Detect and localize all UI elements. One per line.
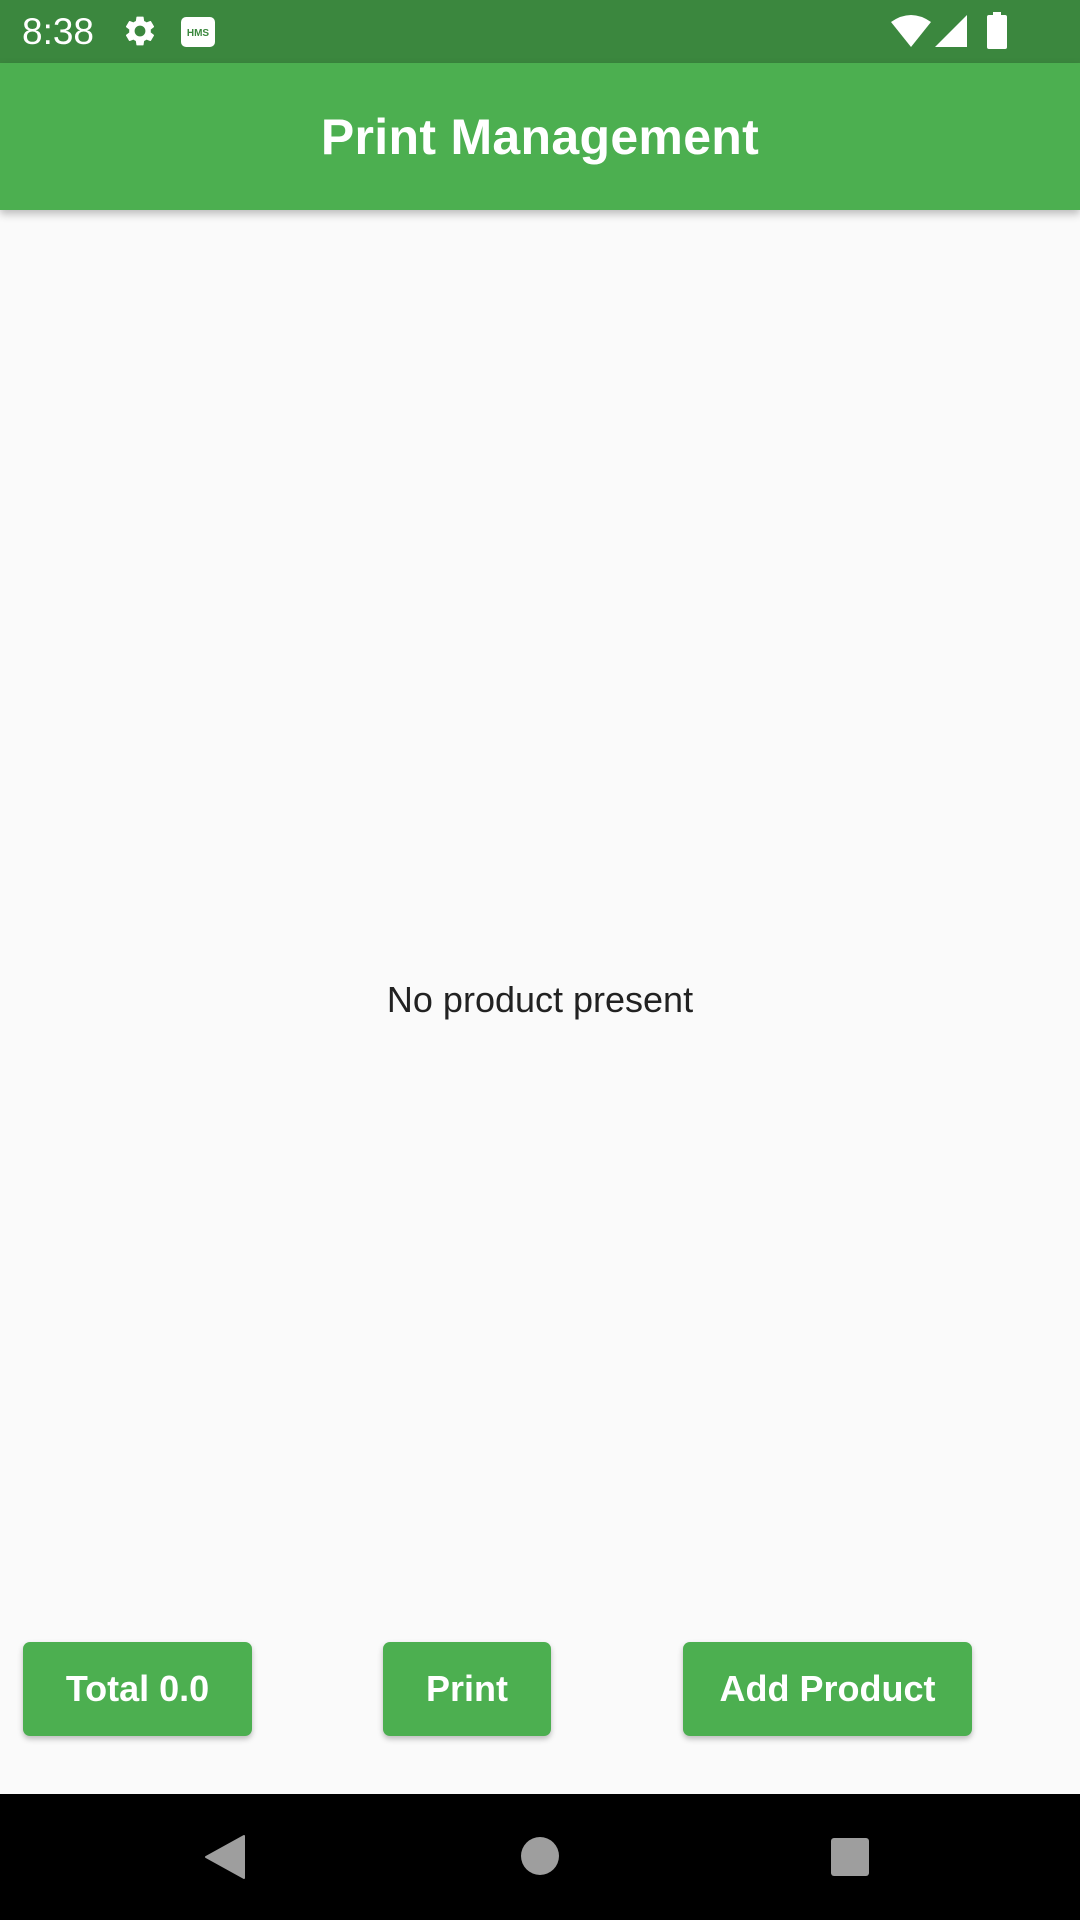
signal-icon: [935, 15, 967, 47]
back-icon[interactable]: [204, 1834, 246, 1880]
add-product-button[interactable]: Add Product: [683, 1642, 972, 1736]
wifi-icon: [891, 15, 931, 47]
screen: 8:38 HMS Print Management No product pre…: [0, 0, 1080, 1920]
battery-icon: [987, 12, 1007, 49]
total-button[interactable]: Total 0.0: [23, 1642, 252, 1736]
navigation-bar: [0, 1794, 1080, 1920]
hms-icon: HMS: [181, 17, 215, 47]
page-title: Print Management: [320, 108, 760, 165]
print-button[interactable]: Print: [383, 1642, 551, 1736]
empty-state-message: No product present: [386, 979, 694, 1020]
hms-label: HMS: [187, 28, 210, 39]
recents-icon[interactable]: [830, 1837, 870, 1877]
home-icon[interactable]: [520, 1836, 560, 1876]
status-time: 8:38: [22, 11, 95, 52]
status-bar: 8:38 HMS: [0, 0, 1080, 63]
app-bar: Print Management: [0, 63, 1080, 210]
gear-icon: [125, 16, 155, 46]
